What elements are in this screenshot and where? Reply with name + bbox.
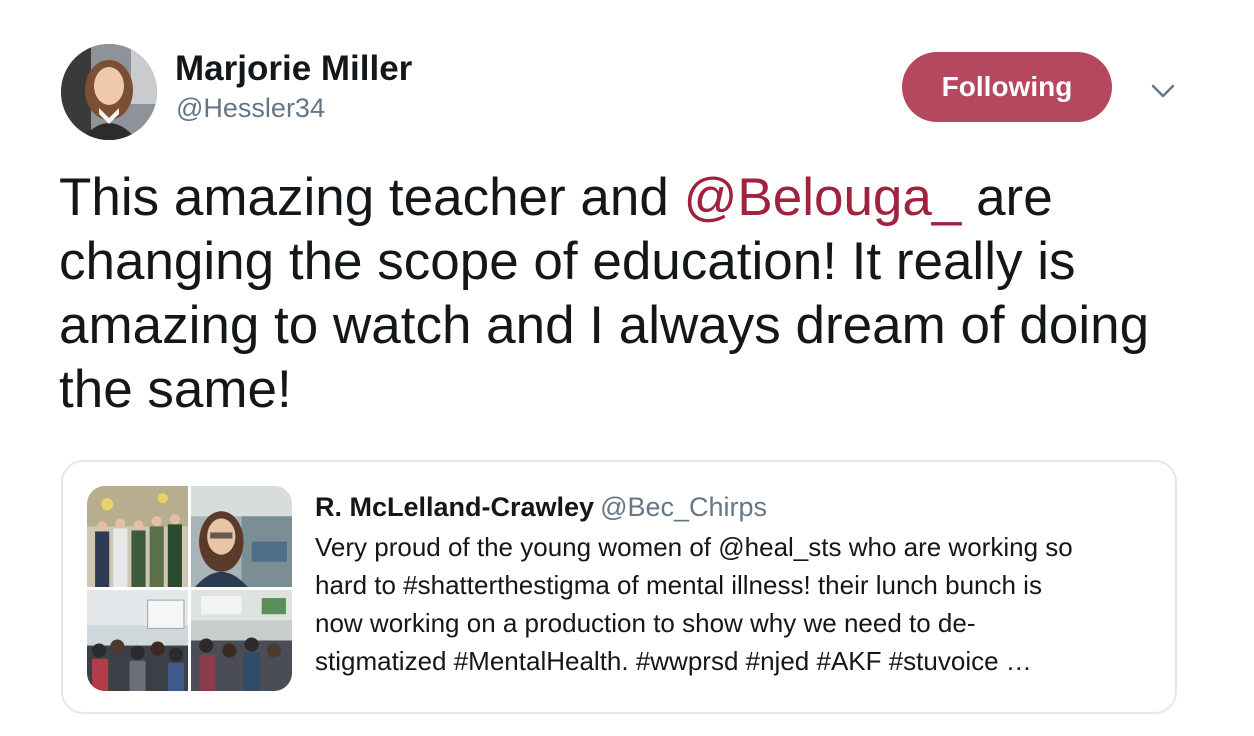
quoted-media-grid[interactable] xyxy=(87,486,292,691)
quoted-photo-4[interactable] xyxy=(191,590,292,691)
tweet-text: This amazing teacher and @Belouga_ are c… xyxy=(59,166,1179,422)
quoted-tweet-card[interactable]: R. McLelland-Crawley @Bec_Chirps Very pro… xyxy=(61,460,1177,714)
following-button[interactable]: Following xyxy=(902,52,1112,122)
quoted-photo-1[interactable] xyxy=(87,486,188,587)
chevron-down-icon[interactable] xyxy=(1148,76,1178,106)
quoted-text: Very proud of the young women of @heal_s… xyxy=(315,532,1073,676)
quoted-photo-3[interactable] xyxy=(87,590,188,691)
author-avatar[interactable] xyxy=(61,44,157,140)
author-avatar-image xyxy=(61,44,157,140)
tweet-mention-link[interactable]: @Belouga_ xyxy=(684,168,962,227)
quoted-display-name[interactable]: R. McLelland-Crawley xyxy=(315,492,594,522)
author-handle[interactable]: @Hessler34 xyxy=(176,93,325,124)
author-display-name[interactable]: Marjorie Miller xyxy=(175,49,412,89)
tweet-text-before: This amazing teacher and xyxy=(59,168,684,227)
quoted-photo-2[interactable] xyxy=(191,486,292,587)
quoted-handle[interactable]: @Bec_Chirps xyxy=(600,492,767,522)
quoted-header: R. McLelland-Crawley @Bec_Chirps xyxy=(315,492,767,523)
